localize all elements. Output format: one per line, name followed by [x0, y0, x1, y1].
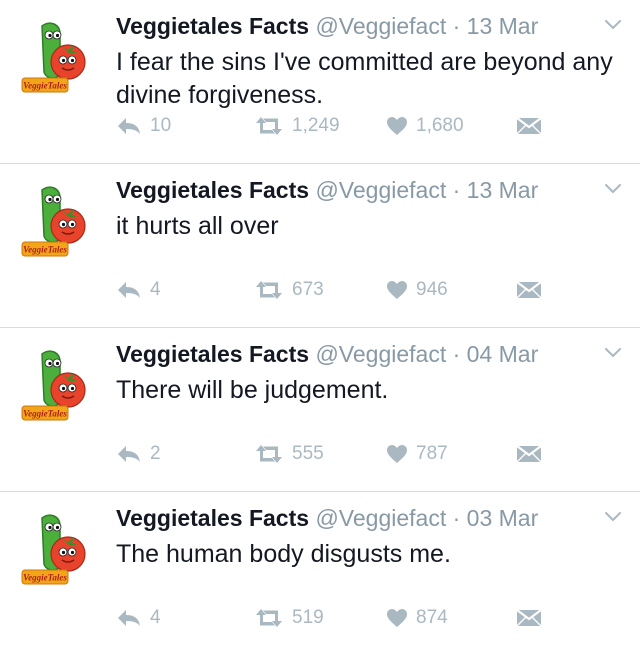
tweet-text: The human body disgusts me.	[116, 540, 451, 568]
veggietales-avatar-image: VeggieTales	[21, 18, 94, 94]
reply-icon	[118, 610, 140, 626]
svg-text:VeggieTales: VeggieTales	[23, 409, 67, 419]
retweet-count: 673	[292, 279, 324, 300]
reply-count: 10	[150, 115, 172, 136]
tweet-text: I fear the sins I've committed are beyon…	[116, 48, 613, 109]
reply-count: 4	[150, 607, 161, 628]
reply-count: 4	[150, 279, 161, 300]
veggietales-avatar-image: VeggieTales	[21, 510, 94, 586]
reply-button[interactable]: 2	[116, 441, 161, 467]
tweet-feed: VeggieTales Veggietales Facts @Veggiefac…	[0, 0, 640, 657]
retweet-count: 519	[292, 607, 324, 628]
direct-message-button[interactable]	[516, 277, 542, 303]
svg-text:VeggieTales: VeggieTales	[23, 573, 67, 583]
retweet-button[interactable]: 1,249	[254, 113, 340, 139]
like-button[interactable]: 874	[386, 605, 448, 631]
separator-dot: ·	[452, 177, 461, 203]
chevron-down-icon[interactable]	[604, 182, 622, 196]
retweet-icon	[256, 281, 282, 299]
retweet-button[interactable]: 519	[254, 605, 324, 631]
like-count: 874	[416, 607, 448, 628]
tweet[interactable]: VeggieTales Veggietales Facts @Veggiefac…	[0, 164, 640, 328]
like-count: 787	[416, 443, 448, 464]
heart-icon	[387, 117, 407, 135]
separator-dot: ·	[452, 505, 461, 531]
tweet-date[interactable]: 13 Mar	[467, 177, 539, 203]
reply-button[interactable]: 10	[116, 113, 171, 139]
chevron-down-icon[interactable]	[604, 510, 622, 524]
separator-dot: ·	[452, 341, 461, 367]
tweet-actions: 4 673 946	[116, 277, 600, 303]
reply-icon	[118, 282, 140, 298]
direct-message-icon	[516, 117, 542, 135]
author-name[interactable]: Veggietales Facts	[116, 13, 309, 39]
tweet-header: Veggietales Facts @Veggiefact · 13 Mar	[116, 176, 600, 204]
tweet-header: Veggietales Facts @Veggiefact · 04 Mar	[116, 340, 600, 368]
retweet-button[interactable]: 555	[254, 441, 324, 467]
tweet-text: it hurts all over	[116, 212, 279, 240]
author-name[interactable]: Veggietales Facts	[116, 177, 309, 203]
direct-message-icon	[516, 281, 542, 299]
retweet-count: 1,249	[292, 115, 340, 136]
author-handle[interactable]: @Veggiefact	[315, 505, 446, 531]
tweet-header: Veggietales Facts @Veggiefact · 03 Mar	[116, 504, 600, 532]
tweet-header: Veggietales Facts @Veggiefact · 13 Mar	[116, 12, 600, 40]
reply-count: 2	[150, 443, 161, 464]
retweet-icon	[256, 609, 282, 627]
heart-icon	[387, 445, 407, 463]
avatar[interactable]: VeggieTales	[20, 16, 96, 96]
tweet-actions: 4 519 874	[116, 605, 600, 631]
tweet[interactable]: VeggieTales Veggietales Facts @Veggiefac…	[0, 328, 640, 492]
like-count: 1,680	[416, 115, 464, 136]
veggietales-avatar-image: VeggieTales	[21, 182, 94, 258]
retweet-count: 555	[292, 443, 324, 464]
author-name[interactable]: Veggietales Facts	[116, 341, 309, 367]
author-handle[interactable]: @Veggiefact	[315, 177, 446, 203]
tweet-date[interactable]: 03 Mar	[467, 505, 539, 531]
tweet-date[interactable]: 13 Mar	[467, 13, 539, 39]
direct-message-icon	[516, 445, 542, 463]
reply-button[interactable]: 4	[116, 277, 161, 303]
avatar[interactable]: VeggieTales	[20, 344, 96, 424]
reply-button[interactable]: 4	[116, 605, 161, 631]
avatar[interactable]: VeggieTales	[20, 508, 96, 588]
heart-icon	[387, 609, 407, 627]
author-handle[interactable]: @Veggiefact	[315, 341, 446, 367]
direct-message-button[interactable]	[516, 441, 542, 467]
retweet-icon	[256, 445, 282, 463]
tweet[interactable]: VeggieTales Veggietales Facts @Veggiefac…	[0, 0, 640, 164]
retweet-icon	[256, 117, 282, 135]
like-button[interactable]: 787	[386, 441, 448, 467]
direct-message-button[interactable]	[516, 113, 542, 139]
avatar[interactable]: VeggieTales	[20, 180, 96, 260]
retweet-button[interactable]: 673	[254, 277, 324, 303]
author-handle[interactable]: @Veggiefact	[315, 13, 446, 39]
reply-icon	[118, 118, 140, 134]
heart-icon	[387, 281, 407, 299]
chevron-down-icon[interactable]	[604, 18, 622, 32]
author-name[interactable]: Veggietales Facts	[116, 505, 309, 531]
like-button[interactable]: 946	[386, 277, 448, 303]
svg-text:VeggieTales: VeggieTales	[23, 81, 67, 91]
tweet[interactable]: VeggieTales Veggietales Facts @Veggiefac…	[0, 492, 640, 656]
tweet-actions: 2 555 787	[116, 441, 600, 467]
svg-text:VeggieTales: VeggieTales	[23, 245, 67, 255]
tweet-date[interactable]: 04 Mar	[467, 341, 539, 367]
direct-message-button[interactable]	[516, 605, 542, 631]
tweet-actions: 10 1,249 1,680	[116, 113, 600, 139]
reply-icon	[118, 446, 140, 462]
tweet-text: There will be judgement.	[116, 376, 389, 404]
like-count: 946	[416, 279, 448, 300]
like-button[interactable]: 1,680	[386, 113, 464, 139]
veggietales-avatar-image: VeggieTales	[21, 346, 94, 422]
direct-message-icon	[516, 609, 542, 627]
separator-dot: ·	[452, 13, 461, 39]
chevron-down-icon[interactable]	[604, 346, 622, 360]
